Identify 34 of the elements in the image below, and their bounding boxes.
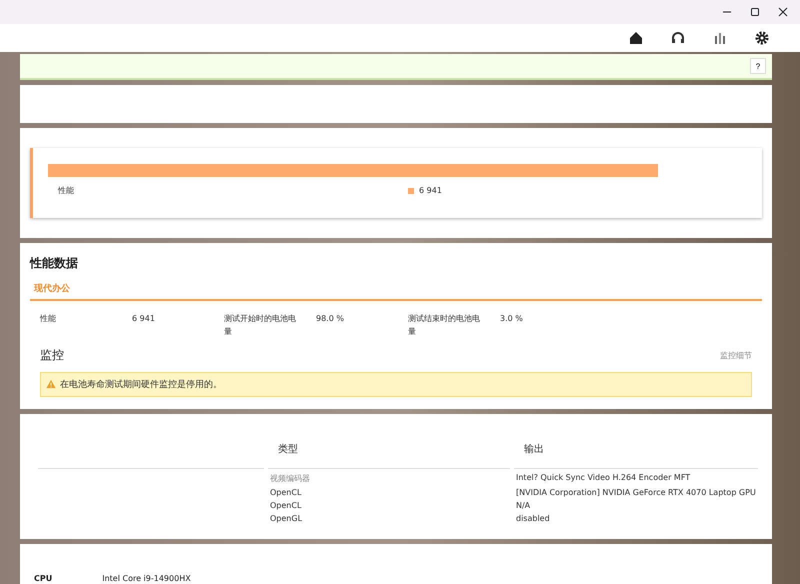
section-title: 性能数据: [30, 255, 79, 272]
maximize-icon[interactable]: [750, 7, 760, 17]
stat-value: 6 941: [132, 313, 156, 325]
table-cell-text: disabled: [515, 514, 551, 523]
category-label: 性能: [58, 185, 75, 196]
tab[interactable]: 现代办公: [30, 278, 74, 299]
legend-swatch: [408, 188, 414, 194]
table-cell-text: N/A: [515, 501, 532, 510]
bars-icon[interactable]: [712, 30, 728, 46]
table-cell-text: OpenCL: [269, 501, 302, 510]
column-header: 输出: [523, 442, 545, 457]
table-cell-text: OpenCL: [269, 488, 302, 497]
table-cell-text: [NVIDIA Corporation] NVIDIA GeForce RTX 4070 Laptop GPU: [515, 488, 757, 497]
system-label: CPU: [34, 574, 52, 583]
stat-label: 测试开始时的电池电量: [224, 313, 297, 338]
table-cell-text: Intel? Quick Sync Video H.264 Encoder MFT: [515, 473, 692, 484]
legend-value: 6 941: [419, 186, 442, 195]
table-cell-text: 视频编码器: [269, 473, 311, 484]
table-cell-text: OpenGL: [269, 514, 304, 523]
warning-icon: [46, 379, 56, 390]
home-icon[interactable]: [628, 30, 644, 46]
stat-label: 测试结束时的电池电量: [408, 313, 481, 338]
stat-value: 98.0 %: [316, 313, 345, 325]
close-icon[interactable]: [778, 7, 788, 17]
stat-value: 3.0 %: [500, 313, 524, 325]
column-header: 类型: [277, 442, 299, 457]
gear-icon[interactable]: [754, 30, 770, 46]
headset-icon[interactable]: [670, 30, 686, 46]
monitor-title: 监控: [40, 346, 64, 364]
stat-label: 性能: [40, 313, 57, 325]
help-button[interactable]: ?: [750, 58, 766, 74]
warning-text: 在电池寿命测试期间硬件监控是停用的。: [60, 378, 222, 391]
system-value: Intel Core i9-14900HX: [102, 574, 191, 583]
details-link[interactable]: 监控细节: [720, 350, 752, 361]
